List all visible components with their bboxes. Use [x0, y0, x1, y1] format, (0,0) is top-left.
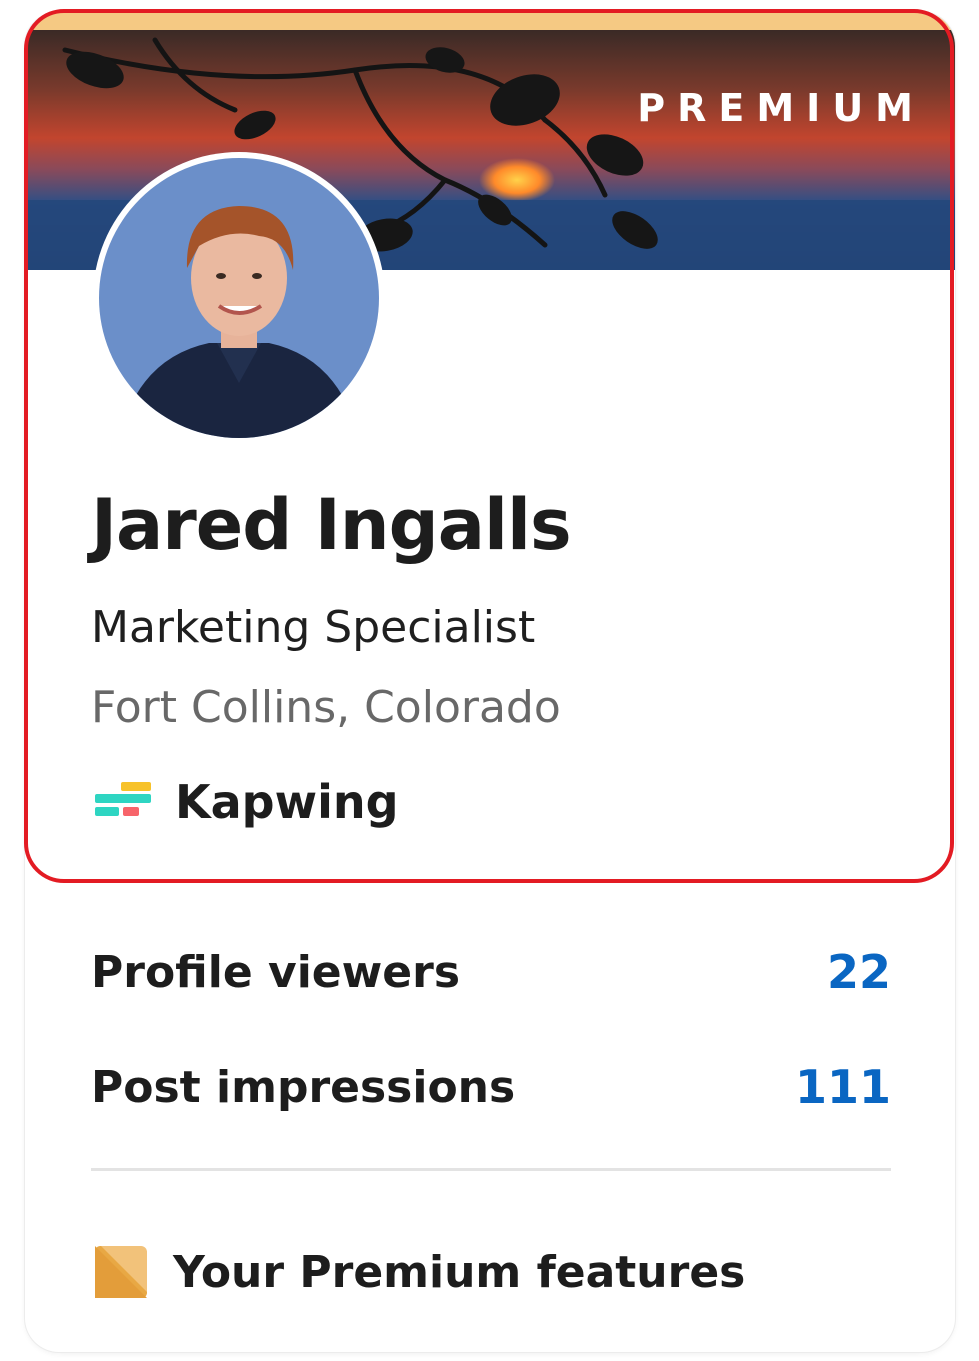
premium-top-strip: [25, 12, 955, 30]
company-name: Kapwing: [175, 775, 399, 829]
section-divider: [91, 1168, 891, 1171]
premium-features-link[interactable]: Your Premium features: [95, 1246, 745, 1298]
premium-square-icon: [95, 1246, 147, 1298]
profile-location: Fort Collins, Colorado: [91, 682, 561, 733]
profile-viewers-row[interactable]: Profile viewers 22: [91, 945, 891, 999]
premium-badge: PREMIUM: [637, 86, 925, 130]
kapwing-logo-icon: [95, 782, 151, 816]
post-impressions-row[interactable]: Post impressions 111: [91, 1060, 891, 1114]
company-link[interactable]: Kapwing: [95, 775, 399, 829]
premium-features-label: Your Premium features: [173, 1246, 746, 1298]
post-impressions-count: 111: [794, 1060, 891, 1114]
profile-headline: Marketing Specialist: [91, 602, 536, 653]
profile-name[interactable]: Jared Ingalls: [91, 484, 572, 566]
avatar-photo: [99, 158, 379, 438]
profile-viewers-count: 22: [826, 945, 891, 999]
post-impressions-label: Post impressions: [91, 1061, 516, 1113]
avatar[interactable]: [93, 152, 385, 444]
profile-card: PREMIUM Jared Ingalls Marketing Speciali…: [25, 12, 955, 1352]
profile-viewers-label: Profile viewers: [91, 946, 461, 998]
